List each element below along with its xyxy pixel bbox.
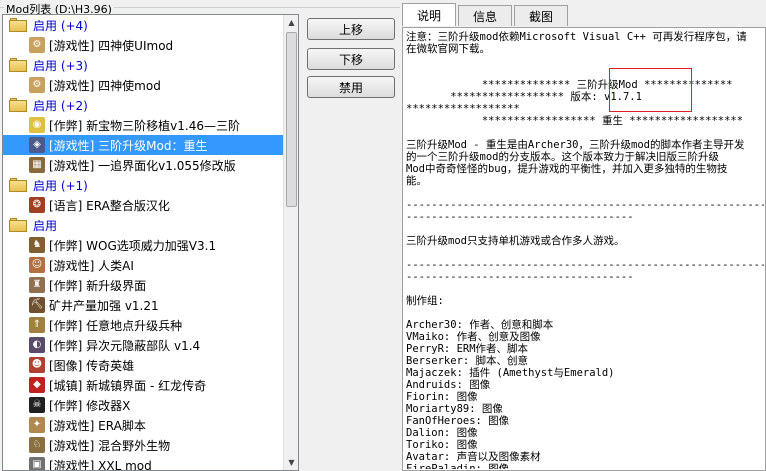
mod-list-item[interactable]: ⛏ 矿井产量加强 v1.21: [3, 295, 285, 315]
version-highlight-box: [609, 68, 692, 112]
knight-icon: ♞: [29, 237, 45, 253]
mod-group-header[interactable]: 启用: [3, 215, 285, 235]
mod-item-label: [作弊] 新升级界面: [49, 278, 147, 293]
mod-list-item[interactable]: ☻ [图像] 传奇英雄: [3, 355, 285, 375]
mod-item-label: [作弊] 异次元隐蔽部队 v1.4: [49, 338, 201, 353]
tab-screenshot[interactable]: 截图: [514, 5, 569, 26]
mod-item-label: [游戏性] 四神使UImod: [49, 38, 174, 53]
folder-icon: [9, 218, 27, 232]
mod-item-label: [游戏性] 三阶升级Mod：重生: [49, 138, 208, 153]
mod-list[interactable]: 启用 (+4) ⚙ [游戏性] 四神使UImod 启用 (+3) ⚙ [游戏性] 四神使m…: [2, 14, 299, 471]
move-up-button[interactable]: 上移: [307, 18, 395, 40]
mod-group-label: 启用 (+1): [33, 178, 88, 193]
mod-list-item[interactable]: ✦ [游戏性] ERA脚本: [3, 415, 285, 435]
folder-icon: [9, 178, 27, 192]
mod-group-header[interactable]: 启用 (+2): [3, 95, 285, 115]
mod-group-header[interactable]: 启用 (+4): [3, 15, 285, 35]
folder-icon: [9, 58, 27, 72]
detail-tabs: 说明 信息 截图: [402, 3, 570, 27]
description-panel: 注意：三阶升级mod依赖Microsoft Visual C++ 可再发行程序包…: [402, 27, 766, 471]
mine-icon: ⛏: [29, 297, 45, 313]
mod-list-item[interactable]: ⇑ [作弊] 任意地点升级兵种: [3, 315, 285, 335]
mod-list-item[interactable]: ☠ [作弊] 修改器X: [3, 395, 285, 415]
mod-group-label: 启用 (+2): [33, 98, 88, 113]
mod-list-item[interactable]: ♘ [游戏性] 混合野外生物: [3, 435, 285, 455]
mod-item-label: [游戏性] XXL mod: [49, 458, 152, 471]
mod-list-item[interactable]: ❂ [语言] ERA整合版汉化: [3, 195, 285, 215]
mod-list-item[interactable]: ♞ [作弊] WOG选项威力加强V3.1: [3, 235, 285, 255]
seal-icon: ❂: [29, 197, 45, 213]
mod-item-label: [游戏性] 四神使mod: [49, 78, 161, 93]
mod-item-label: [作弊] WOG选项威力加强V3.1: [49, 238, 217, 253]
mod-list-item[interactable]: ⚙ [游戏性] 四神使UImod: [3, 35, 285, 55]
scrollbar-thumb[interactable]: [286, 32, 297, 207]
mod-item-label: [作弊] 任意地点升级兵种: [49, 318, 183, 333]
move-down-button[interactable]: 下移: [307, 48, 395, 70]
scroll-down-arrow-icon[interactable]: ▼: [284, 455, 298, 470]
mod-list-item[interactable]: ♜ [作弊] 新升级界面: [3, 275, 285, 295]
shield-icon: ◈: [29, 137, 45, 153]
mod-group-header[interactable]: 启用 (+1): [3, 175, 285, 195]
folder-icon: [9, 98, 27, 112]
skull-icon: ☠: [29, 397, 45, 413]
gear-icon: ⚙: [29, 77, 45, 93]
mod-list-item[interactable]: ◐ [作弊] 异次元隐蔽部队 v1.4: [3, 335, 285, 355]
scroll-up-arrow-icon[interactable]: ▲: [284, 15, 298, 30]
arrows-icon: ⇑: [29, 317, 45, 333]
hero-icon: ☻: [29, 357, 45, 373]
red-dragon-icon: ◆: [29, 377, 45, 393]
mod-item-label: [游戏性] ERA脚本: [49, 418, 146, 433]
creature-icon: ♘: [29, 437, 45, 453]
mod-item-label: [游戏性] 一追界面化v1.055修改版: [49, 158, 236, 173]
mod-list-item[interactable]: ▣ [游戏性] XXL mod: [3, 455, 285, 470]
gear-icon: ⚙: [29, 37, 45, 53]
ghost-icon: ◐: [29, 337, 45, 353]
head-icon: ☺: [29, 257, 45, 273]
misc-icon: ▣: [29, 457, 45, 470]
mod-item-label: [游戏性] 人类AI: [49, 258, 134, 273]
castle-icon: ♜: [29, 277, 45, 293]
mod-list-scrollbar[interactable]: ▲ ▼: [283, 15, 298, 470]
dragon-icon: ◉: [29, 117, 45, 133]
mod-item-label: [语言] ERA整合版汉化: [49, 198, 170, 213]
mod-item-label: [作弊] 新宝物三阶移植v1.46—三阶: [49, 118, 240, 133]
mod-list-item[interactable]: ◆ [城镇] 新城镇界面 - 红龙传奇: [3, 375, 285, 395]
mod-item-label: [游戏性] 混合野外生物: [49, 438, 171, 453]
tab-description[interactable]: 说明: [402, 3, 457, 26]
map-icon: ▦: [29, 157, 45, 173]
mod-group-label: 启用: [33, 218, 58, 233]
mod-item-label: 矿井产量加强 v1.21: [49, 298, 159, 313]
mod-item-label: [作弊] 修改器X: [49, 398, 131, 413]
mod-item-label: [图像] 传奇英雄: [49, 358, 135, 373]
mod-list-item[interactable]: ⚙ [游戏性] 四神使mod: [3, 75, 285, 95]
mod-list-item-selected[interactable]: ◈ [游戏性] 三阶升级Mod：重生: [3, 135, 285, 155]
folder-icon: [9, 18, 27, 32]
scroll-icon: ✦: [29, 417, 45, 433]
mod-list-item[interactable]: ◉ [作弊] 新宝物三阶移植v1.46—三阶: [3, 115, 285, 135]
mod-list-item[interactable]: ▦ [游戏性] 一追界面化v1.055修改版: [3, 155, 285, 175]
mod-group-label: 启用 (+3): [33, 58, 88, 73]
description-text[interactable]: 注意：三阶升级mod依赖Microsoft Visual C++ 可再发行程序包…: [406, 31, 764, 469]
disable-button[interactable]: 禁用: [307, 76, 395, 98]
mod-group-label: 启用 (+4): [33, 18, 88, 33]
mod-list-item[interactable]: ☺ [游戏性] 人类AI: [3, 255, 285, 275]
mod-item-label: [城镇] 新城镇界面 - 红龙传奇: [49, 378, 207, 393]
mod-group-header[interactable]: 启用 (+3): [3, 55, 285, 75]
mod-list-rows: 启用 (+4) ⚙ [游戏性] 四神使UImod 启用 (+3) ⚙ [游戏性] 四神使m…: [3, 15, 285, 470]
tab-info[interactable]: 信息: [458, 5, 513, 26]
